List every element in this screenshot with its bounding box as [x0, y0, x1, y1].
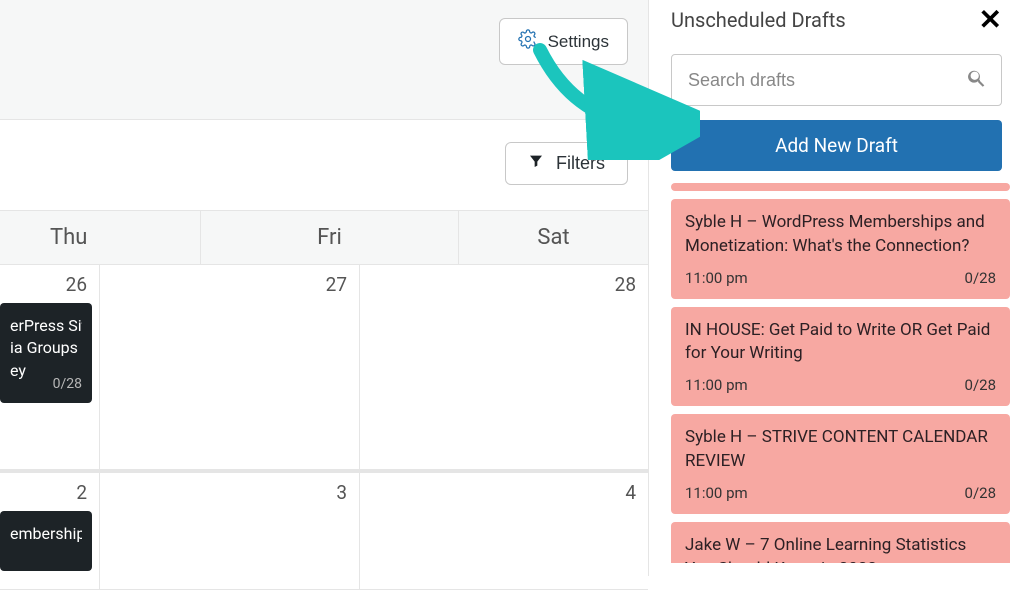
draft-footer: 11:00 pm 0/28	[685, 484, 996, 502]
calendar-header: Thu Fri Sat	[0, 210, 648, 265]
calendar-row: 2 embership 3 4	[0, 470, 648, 590]
drafts-sidebar: Unscheduled Drafts ✕ Add New Draft Syble…	[648, 0, 1024, 576]
draft-time: 11:00 pm	[685, 484, 748, 502]
draft-footer: 11:00 pm 0/28	[685, 376, 996, 394]
filters-button[interactable]: Filters	[505, 142, 628, 185]
cell-date: 4	[625, 481, 636, 504]
close-icon[interactable]: ✕	[979, 6, 1002, 34]
event-line: ia Groups	[10, 337, 82, 359]
draft-title: Syble H – WordPress Memberships and Mone…	[685, 211, 996, 259]
draft-card[interactable]: Jake W – 7 Online Learning Statistics Yo…	[671, 522, 1010, 563]
draft-title: IN HOUSE: Get Paid to Write OR Get Paid …	[685, 319, 996, 367]
event-date: 0/28	[53, 375, 82, 395]
top-toolbar: Settings	[0, 0, 648, 120]
draft-time: 11:00 pm	[685, 269, 748, 287]
calendar-cell[interactable]: 26 erPress Site ia Groups ey 0/28	[0, 265, 100, 469]
search-icon[interactable]	[966, 67, 988, 93]
drafts-list[interactable]: Syble H – WordPress Memberships and Mone…	[649, 183, 1024, 563]
cell-date: 28	[615, 273, 636, 296]
draft-date: 0/28	[965, 269, 996, 287]
draft-card[interactable]: Syble H – STRIVE CONTENT CALENDAR REVIEW…	[671, 414, 1010, 514]
filter-icon	[528, 153, 544, 174]
day-header-fri: Fri	[200, 211, 458, 264]
filters-label: Filters	[556, 153, 605, 174]
calendar-cell[interactable]: 4	[360, 473, 648, 589]
add-new-draft-button[interactable]: Add New Draft	[671, 120, 1002, 171]
search-input[interactable]	[671, 54, 1002, 106]
draft-footer: 11:00 pm 0/28	[685, 269, 996, 287]
gear-icon	[518, 29, 538, 54]
sidebar-title: Unscheduled Drafts	[671, 6, 846, 32]
event-line: erPress Site	[10, 315, 82, 337]
calendar-cell[interactable]: 3	[100, 473, 360, 589]
cell-date: 2	[76, 481, 87, 504]
cell-date: 3	[336, 481, 347, 504]
sidebar-header: Unscheduled Drafts ✕	[649, 0, 1024, 44]
draft-title: Jake W – 7 Online Learning Statistics Yo…	[685, 534, 996, 563]
cell-date: 27	[326, 273, 347, 296]
settings-label: Settings	[548, 32, 609, 52]
calendar-cell[interactable]: 2 embership	[0, 473, 100, 589]
draft-date: 0/28	[965, 376, 996, 394]
calendar-cell[interactable]: 28	[360, 265, 648, 469]
draft-card-peek[interactable]	[671, 183, 1010, 191]
calendar-body: 26 erPress Site ia Groups ey 0/28 27 28 …	[0, 265, 648, 590]
settings-button[interactable]: Settings	[499, 18, 628, 65]
cell-date: 26	[66, 273, 87, 296]
draft-card[interactable]: IN HOUSE: Get Paid to Write OR Get Paid …	[671, 307, 1010, 407]
day-header-thu: Thu	[0, 211, 200, 264]
event-line: embership	[10, 523, 82, 545]
filters-toolbar: Filters	[0, 120, 648, 210]
draft-card[interactable]: Syble H – WordPress Memberships and Mone…	[671, 199, 1010, 299]
search-wrap	[671, 54, 1002, 106]
add-draft-label: Add New Draft	[775, 134, 898, 157]
draft-title: Syble H – STRIVE CONTENT CALENDAR REVIEW	[685, 426, 996, 474]
day-header-sat: Sat	[458, 211, 648, 264]
calendar-cell[interactable]: 27	[100, 265, 360, 469]
event-card[interactable]: embership	[0, 511, 92, 571]
draft-time: 11:00 pm	[685, 376, 748, 394]
calendar-row: 26 erPress Site ia Groups ey 0/28 27 28	[0, 265, 648, 470]
event-card[interactable]: erPress Site ia Groups ey 0/28	[0, 303, 92, 403]
draft-date: 0/28	[965, 484, 996, 502]
